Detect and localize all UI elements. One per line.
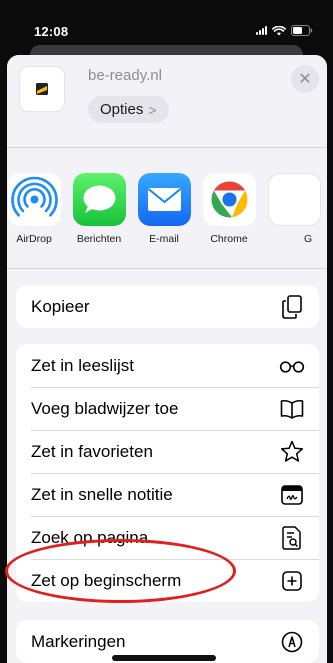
action-copy[interactable]: Kopieer: [16, 285, 319, 328]
close-icon: ✕: [298, 71, 312, 88]
mail-icon: [137, 173, 191, 226]
share-apps-row: AirDrop Berichten E-mail Chrome G: [7, 173, 327, 253]
share-app-label: G: [304, 233, 313, 245]
add-square-icon: [279, 568, 305, 594]
status-icons: [256, 25, 313, 36]
action-reading-list[interactable]: Zet in leeslijst: [16, 344, 319, 387]
action-add-favorite[interactable]: Zet in favorieten: [16, 430, 319, 473]
action-quick-note[interactable]: Zet in snelle notitie: [16, 473, 319, 516]
share-app-label: E-mail: [149, 233, 179, 245]
share-app-label: Chrome: [210, 233, 248, 245]
site-logo-icon: [36, 83, 48, 95]
share-app-messages[interactable]: Berichten: [63, 173, 135, 245]
action-label: Zet in leeslijst: [31, 355, 134, 375]
share-app-more[interactable]: G: [258, 173, 327, 245]
action-label: Kopieer: [31, 296, 90, 316]
header-divider: [7, 147, 327, 148]
site-domain: be-ready.nl: [88, 67, 162, 84]
chevron-right-icon: >: [148, 101, 157, 118]
find-on-page-icon: [279, 525, 305, 551]
share-app-label: AirDrop: [16, 233, 52, 245]
actions-group-copy: Kopieer: [16, 285, 319, 328]
options-button[interactable]: Opties >: [88, 96, 169, 123]
action-add-bookmark[interactable]: Voeg bladwijzer toe: [16, 387, 319, 430]
highlight-annotation: [5, 539, 236, 603]
status-time: 12:08: [34, 24, 69, 39]
cellular-signal-icon: [256, 26, 267, 35]
airdrop-icon: [7, 173, 61, 226]
share-app-label: Berichten: [76, 233, 122, 245]
wifi-icon: [272, 25, 286, 36]
share-app-mail[interactable]: E-mail: [128, 173, 200, 245]
star-icon: [279, 439, 305, 465]
action-label: Voeg bladwijzer toe: [31, 398, 179, 418]
site-favicon: [19, 66, 65, 112]
markup-icon: [279, 629, 305, 655]
messages-icon: [72, 173, 126, 226]
battery-icon: [291, 25, 313, 36]
action-label: Zet in snelle notitie: [31, 484, 173, 504]
share-app-airdrop[interactable]: AirDrop: [7, 173, 70, 245]
home-indicator: [112, 655, 216, 661]
more-app-icon: [267, 173, 321, 226]
options-label: Opties: [100, 101, 144, 118]
apps-divider: [7, 268, 327, 269]
chrome-icon: [202, 173, 256, 226]
copy-icon: [279, 294, 305, 320]
close-button[interactable]: ✕: [291, 65, 319, 93]
quick-note-icon: [279, 482, 305, 508]
action-label: Markeringen: [31, 631, 126, 651]
share-app-chrome[interactable]: Chrome: [193, 173, 265, 245]
action-label: Zet in favorieten: [31, 441, 153, 461]
share-sheet-header: be-ready.nl Opties > ✕: [7, 55, 327, 148]
glasses-icon: [279, 353, 305, 379]
book-icon: [279, 396, 305, 422]
